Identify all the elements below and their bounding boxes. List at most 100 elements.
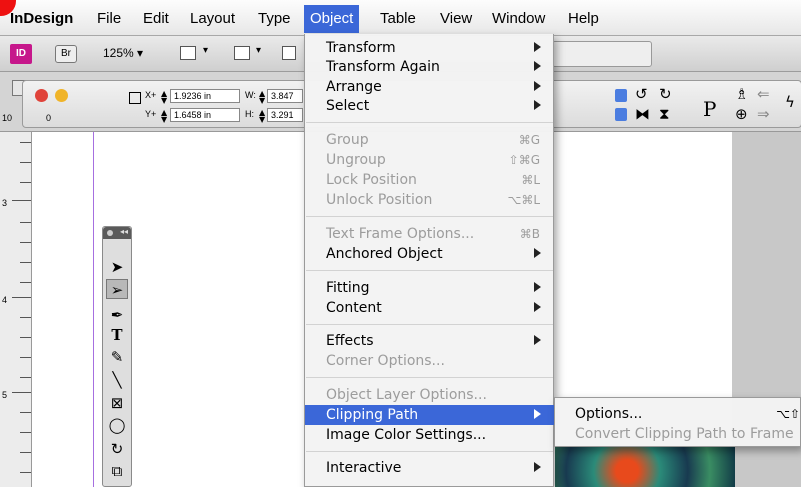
clipping-path-submenu: Options... ⌥⇧ Convert Clipping Path to F… — [554, 397, 801, 447]
menu-window[interactable]: Window — [492, 10, 545, 27]
height-field[interactable]: 3.291 — [267, 108, 303, 122]
direct-selection-tool-icon[interactable]: ➢ — [106, 279, 128, 299]
horizontal-ruler-zero: 0 — [46, 113, 52, 123]
rectangle-frame-tool-icon[interactable]: ⊠ — [106, 393, 128, 413]
flip-horizontal-icon[interactable]: ⧓ — [635, 105, 650, 123]
rotate-cw-icon[interactable]: ↻ — [659, 85, 672, 103]
bridge-button[interactable]: Br — [55, 45, 77, 63]
width-field[interactable]: 3.847 — [267, 89, 303, 103]
submenu-arrow-icon — [534, 282, 541, 292]
menu-item-fitting[interactable]: Fitting — [305, 278, 554, 298]
submenu-arrow-icon — [534, 81, 541, 91]
menu-edit[interactable]: Edit — [143, 10, 169, 27]
vertical-ruler: 3 4 5 — [0, 132, 32, 487]
margin-guide — [93, 132, 94, 487]
menu-item-unlock-position: Unlock Position ⌥⌘L — [326, 192, 540, 208]
y-label: Y+ — [145, 109, 157, 119]
lightning-icon[interactable]: ϟ — [785, 93, 795, 111]
menu-object[interactable]: Object — [304, 5, 360, 33]
search-field[interactable] — [552, 41, 652, 67]
menu-separator — [306, 451, 553, 452]
tools-panel-header[interactable]: ◂◂ — [103, 227, 131, 239]
horizontal-ruler-label: 10 — [2, 113, 13, 123]
type-tool-icon[interactable]: T — [106, 325, 128, 345]
h-stepper-icon[interactable]: ▲ ▼ — [259, 109, 265, 124]
menu-item-content[interactable]: Content — [305, 298, 554, 318]
x-position-field[interactable]: 1.9236 in — [170, 89, 240, 103]
menu-help[interactable]: Help — [568, 10, 599, 27]
tools-panel: ◂◂ ➤ ➢ ✒ T ✎ ╲ ⊠ ◯ ↻ ⧉ — [102, 226, 132, 487]
view-options-arrow-icon[interactable]: ▾ — [203, 45, 208, 56]
rotate-tool-icon[interactable]: ↻ — [106, 439, 128, 459]
menu-item-transform-again[interactable]: Transform Again — [305, 57, 554, 77]
selection-tool-icon[interactable]: ➤ — [106, 257, 128, 277]
pencil-tool-icon[interactable]: ✎ — [106, 347, 128, 367]
select-next-icon[interactable]: ⇒ — [757, 105, 770, 123]
flip-vertical-icon[interactable]: ⧗ — [659, 105, 670, 123]
ruler-mark-5: 5 — [2, 390, 8, 400]
menu-item-anchored-object[interactable]: Anchored Object — [305, 244, 554, 264]
reference-point-icon[interactable] — [129, 92, 141, 104]
close-window-icon[interactable] — [35, 89, 48, 102]
screen-mode-arrow-icon[interactable]: ▾ — [256, 45, 261, 56]
menu-item-group: Group ⌘G — [326, 132, 540, 148]
select-content-icon[interactable]: ⊕ — [735, 105, 748, 123]
menu-item-lock-position: Lock Position ⌘L — [326, 172, 540, 188]
select-previous-icon[interactable]: ⇐ — [757, 85, 770, 103]
x-stepper-icon[interactable]: ▲ ▼ — [161, 90, 167, 105]
placed-image[interactable] — [555, 447, 735, 487]
submenu-arrow-icon — [534, 248, 541, 258]
submenu-arrow-icon — [534, 61, 541, 71]
menu-item-effects[interactable]: Effects — [305, 331, 554, 351]
w-label: W: — [245, 90, 256, 100]
y-stepper-icon[interactable]: ▲ ▼ — [161, 109, 167, 124]
submenu-arrow-icon — [534, 42, 541, 52]
submenu-arrow-icon — [534, 335, 541, 345]
menu-item-corner-options: Corner Options... — [326, 353, 445, 369]
submenu-item-convert-clipping-path: Convert Clipping Path to Frame — [575, 426, 794, 442]
line-tool-icon[interactable]: ╲ — [106, 370, 128, 390]
collapse-panel-icon[interactable]: ◂◂ — [120, 227, 128, 236]
submenu-item-options[interactable]: Options... ⌥⇧ — [555, 404, 801, 424]
menu-view[interactable]: View — [440, 10, 472, 27]
menu-item-select[interactable]: Select — [305, 96, 554, 116]
select-container-icon[interactable]: ♗ — [735, 85, 748, 103]
flip-indicator-p-icon: P — [703, 97, 717, 121]
pen-tool-icon[interactable]: ✒ — [106, 305, 128, 325]
y-position-field[interactable]: 1.6458 in — [170, 108, 240, 122]
arrange-documents-icon[interactable] — [282, 46, 296, 60]
submenu-arrow-icon — [534, 302, 541, 312]
ellipse-tool-icon[interactable]: ◯ — [106, 415, 128, 435]
menu-item-clipping-path[interactable]: Clipping Path — [305, 405, 554, 425]
menu-item-interactive[interactable]: Interactive — [305, 458, 554, 478]
stroke-type-dropdown-icon[interactable] — [615, 108, 627, 121]
submenu-arrow-icon — [534, 462, 541, 472]
menu-file[interactable]: File — [97, 10, 121, 27]
menu-separator — [306, 270, 553, 271]
ruler-mark-4: 4 — [2, 295, 8, 305]
minimize-window-icon[interactable] — [55, 89, 68, 102]
view-options-icon[interactable] — [180, 46, 196, 60]
menu-item-arrange[interactable]: Arrange — [305, 77, 554, 97]
object-menu: Transform Transform Again Arrange Select… — [304, 34, 554, 487]
menu-app-indesign[interactable]: InDesign — [10, 10, 73, 27]
menu-item-transform[interactable]: Transform — [305, 38, 554, 58]
screen-mode-icon[interactable] — [234, 46, 250, 60]
menu-separator — [306, 324, 553, 325]
close-panel-icon[interactable] — [107, 230, 113, 236]
menu-item-image-color-settings[interactable]: Image Color Settings... — [305, 425, 554, 445]
menu-bar: InDesign File Edit Layout Type Object Ta… — [0, 0, 801, 36]
menu-type[interactable]: Type — [258, 10, 291, 27]
menu-item-text-frame-options: Text Frame Options... ⌘B — [326, 226, 540, 242]
menu-separator — [306, 377, 553, 378]
menu-separator — [306, 122, 553, 123]
stroke-weight-dropdown-icon[interactable] — [615, 89, 627, 102]
rotate-ccw-icon[interactable]: ↺ — [635, 85, 648, 103]
menu-table[interactable]: Table — [380, 10, 416, 27]
w-stepper-icon[interactable]: ▲ ▼ — [259, 90, 265, 105]
indesign-logo-icon: ID — [10, 44, 32, 64]
h-label: H: — [245, 109, 254, 119]
menu-layout[interactable]: Layout — [190, 10, 235, 27]
zoom-level-dropdown[interactable]: 125% ▾ — [103, 46, 143, 60]
scale-tool-icon[interactable]: ⧉ — [106, 461, 128, 481]
